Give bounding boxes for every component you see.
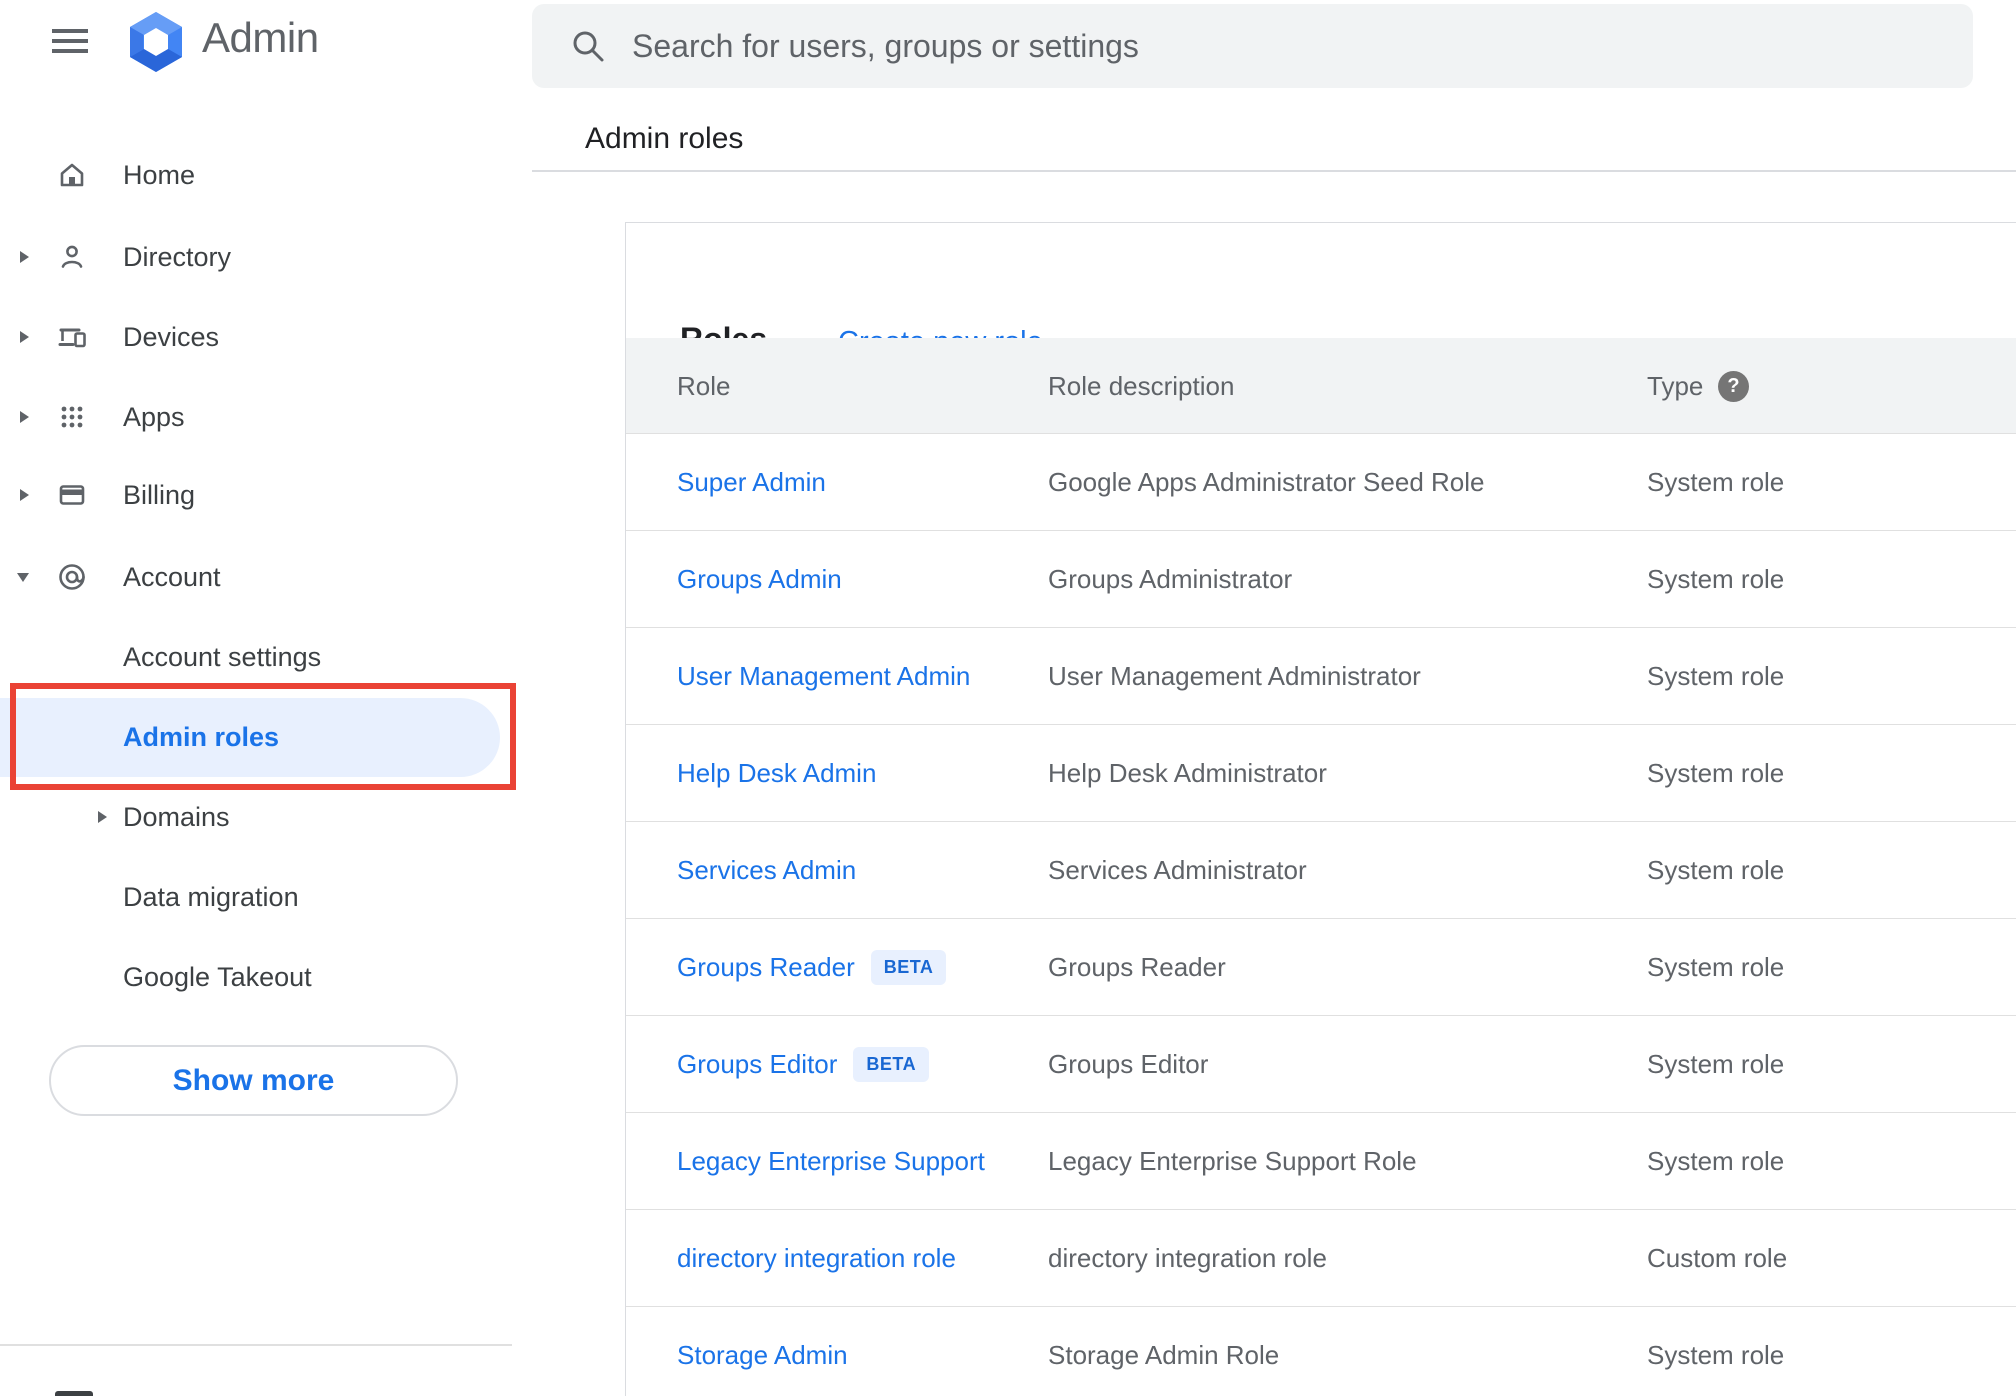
breadcrumb-divider (532, 170, 2016, 172)
role-link[interactable]: Groups Reader (677, 952, 855, 983)
table-header-row: Role Role description Type ? (626, 338, 2016, 434)
sidebar-item-data-migration[interactable]: Data migration (0, 873, 527, 921)
role-type: System role (1647, 1049, 1785, 1079)
sidebar-item-label: Directory (123, 242, 232, 272)
role-description: directory integration role (1048, 1243, 1327, 1273)
sidebar-footer-divider (0, 1344, 512, 1346)
column-header-description: Role description (1048, 371, 1235, 401)
expand-caret-icon[interactable] (20, 331, 29, 343)
role-description: Google Apps Administrator Seed Role (1048, 467, 1485, 497)
search-icon (573, 31, 604, 62)
table-row: Groups Editor BETA Groups Editor System … (626, 1016, 2016, 1113)
role-type: System role (1647, 1340, 1785, 1370)
role-type: Custom role (1647, 1243, 1788, 1273)
table-row: directory integration role directory int… (626, 1210, 2016, 1307)
collapse-caret-icon[interactable] (17, 573, 29, 582)
role-description: Groups Reader (1048, 952, 1226, 982)
sidebar-item-account[interactable]: Account (0, 553, 527, 601)
sidebar-item-label: Data migration (123, 882, 299, 912)
sidebar-item-home[interactable]: Home (0, 151, 527, 199)
sidebar-item-directory[interactable]: Directory (0, 233, 527, 281)
role-description: Groups Administrator (1048, 564, 1293, 594)
roles-card: Roles Create new role Role Role descript… (625, 222, 2016, 1396)
help-icon[interactable]: ? (1718, 371, 1749, 402)
table-row: User Management Admin User Management Ad… (626, 628, 2016, 725)
person-icon (56, 241, 88, 273)
role-link[interactable]: directory integration role (677, 1243, 956, 1274)
role-link[interactable]: Storage Admin (677, 1340, 848, 1371)
sidebar-item-billing[interactable]: Billing (0, 471, 527, 519)
role-link[interactable]: Super Admin (677, 467, 826, 498)
table-row: Help Desk Admin Help Desk Administrator … (626, 725, 2016, 822)
role-type: System role (1647, 661, 1785, 691)
sidebar-item-label: Apps (123, 402, 185, 432)
role-type: System role (1647, 564, 1785, 594)
at-sign-icon (56, 561, 88, 593)
expand-caret-icon[interactable] (98, 811, 107, 823)
credit-card-icon (56, 479, 88, 511)
partial-bottom-icon (55, 1391, 93, 1396)
admin-logo-icon (126, 11, 186, 73)
sidebar-item-label: Account (123, 562, 221, 592)
role-description: Storage Admin Role (1048, 1340, 1280, 1370)
role-description: Groups Editor (1048, 1049, 1209, 1079)
sidebar-item-label: Account settings (123, 642, 322, 672)
sidebar-item-label: Devices (123, 322, 220, 352)
sidebar-item-account-settings[interactable]: Account settings (0, 633, 527, 681)
home-icon (56, 159, 88, 191)
role-description: Services Administrator (1048, 855, 1307, 885)
sidebar-item-devices[interactable]: Devices (0, 313, 527, 361)
sidebar-item-apps[interactable]: Apps (0, 393, 527, 441)
beta-badge: BETA (853, 1047, 930, 1082)
sidebar-item-admin-roles[interactable]: Admin roles (0, 698, 500, 777)
role-description: Legacy Enterprise Support Role (1048, 1146, 1417, 1176)
role-link[interactable]: Groups Admin (677, 564, 842, 595)
devices-icon (56, 321, 88, 353)
show-more-button[interactable]: Show more (49, 1045, 458, 1116)
table-row: Groups Reader BETA Groups Reader System … (626, 919, 2016, 1016)
role-link[interactable]: Help Desk Admin (677, 758, 876, 789)
role-type: System role (1647, 952, 1785, 982)
table-row: Legacy Enterprise Support Legacy Enterpr… (626, 1113, 2016, 1210)
menu-hamburger-icon[interactable] (52, 29, 88, 53)
column-header-type: Type (1647, 371, 1704, 401)
search-input[interactable] (632, 27, 1973, 65)
role-link[interactable]: Legacy Enterprise Support (677, 1146, 985, 1177)
table-row: Super Admin Google Apps Administrator Se… (626, 434, 2016, 531)
app-title: Admin (202, 14, 319, 61)
breadcrumb: Admin roles (585, 122, 744, 155)
expand-caret-icon[interactable] (20, 489, 29, 501)
admin-console: Admin Home Directory Devices Apps Billin… (0, 0, 2016, 1396)
sidebar-item-label: Home (123, 160, 196, 190)
expand-caret-icon[interactable] (20, 411, 29, 423)
apps-grid-icon (56, 401, 88, 433)
table-row: Storage Admin Storage Admin Role System … (626, 1307, 2016, 1396)
role-link[interactable]: Groups Editor (677, 1049, 837, 1080)
sidebar-item-domains[interactable]: Domains (0, 793, 527, 841)
search-bar[interactable] (532, 4, 1973, 88)
role-link[interactable]: User Management Admin (677, 661, 970, 692)
sidebar-item-label: Billing (123, 480, 196, 510)
role-type: System role (1647, 855, 1785, 885)
role-type: System role (1647, 1146, 1785, 1176)
table-row: Services Admin Services Administrator Sy… (626, 822, 2016, 919)
sidebar-item-label: Domains (123, 802, 230, 832)
table-row: Groups Admin Groups Administrator System… (626, 531, 2016, 628)
role-type: System role (1647, 467, 1785, 497)
sidebar-item-label: Google Takeout (123, 962, 312, 992)
role-type: System role (1647, 758, 1785, 788)
role-link[interactable]: Services Admin (677, 855, 856, 886)
beta-badge: BETA (870, 950, 947, 985)
column-header-role: Role (677, 371, 731, 401)
role-description: Help Desk Administrator (1048, 758, 1327, 788)
role-description: User Management Administrator (1048, 661, 1421, 691)
expand-caret-icon[interactable] (20, 251, 29, 263)
sidebar-item-google-takeout[interactable]: Google Takeout (0, 953, 527, 1001)
sidebar-item-label: Admin roles (123, 722, 280, 752)
